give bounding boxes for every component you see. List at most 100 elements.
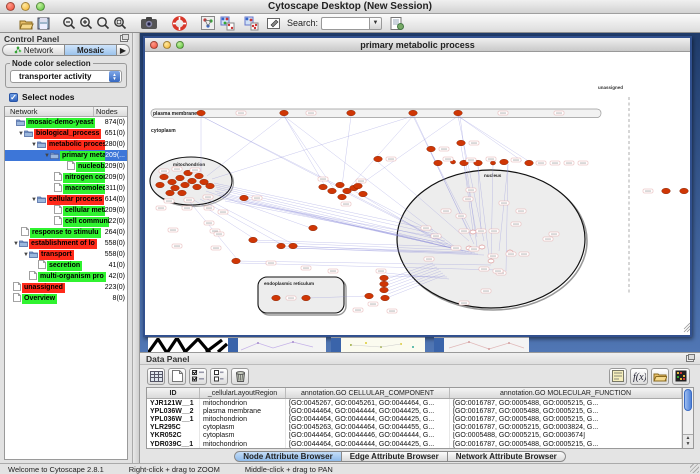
file-icon — [29, 271, 37, 282]
zoom-out-icon[interactable] — [60, 15, 77, 31]
tree-row-multi-organism-pro[interactable]: multi-organism pro42(0) — [5, 271, 127, 282]
tree-row-overview[interactable]: Overview8(0) — [5, 293, 127, 304]
background-window[interactable] — [228, 337, 238, 352]
attribute-editor-button[interactable] — [609, 368, 627, 385]
network-overview-icon[interactable] — [199, 15, 216, 31]
gene-node — [354, 183, 363, 189]
help-icon[interactable] — [171, 15, 188, 31]
table-row[interactable]: YJR121W__1mitochondrion[GO:0045267, GO:0… — [147, 399, 682, 407]
tree-row-macromolecule[interactable]: macromolecule311(0) — [5, 183, 127, 194]
node-label — [466, 188, 476, 192]
panel-splitter[interactable] — [133, 33, 140, 463]
tree-row-nodes-count: 209(... — [105, 152, 127, 159]
tree-row-response-to-stimulu[interactable]: response to stimulu264(0) — [5, 227, 127, 238]
column-header[interactable]: annotation.GO MOLECULAR_FUNCTION — [450, 388, 682, 398]
gene-node — [457, 140, 466, 146]
background-window[interactable] — [148, 337, 228, 352]
column-header[interactable]: ID — [147, 388, 200, 398]
table-scrollbar[interactable]: ▲▼ — [682, 388, 693, 448]
scrollbar-arrows[interactable]: ▲▼ — [683, 434, 693, 448]
node-label — [564, 161, 574, 165]
app-title: Cytoscape Desktop (New Session) — [0, 1, 700, 12]
network-tab-icon — [14, 46, 22, 54]
background-window[interactable] — [341, 337, 425, 352]
scrollbar-thumb[interactable] — [684, 389, 692, 411]
function-builder-button[interactable]: f(x) — [630, 368, 648, 385]
table-row[interactable]: YLR295Ccytoplasm[GO:0045263, GO:0044464,… — [147, 424, 682, 432]
tree-row-cellular-process[interactable]: ▼cellular process614(0) — [5, 194, 127, 205]
status-message: Welcome to Cytoscape 2.8.1 — [8, 465, 104, 474]
tree-row-nitrogen-compo[interactable]: nitrogen compo209(0) — [5, 172, 127, 183]
tab-network-attribute-browser[interactable]: Network Attribute Browser — [448, 451, 566, 462]
network-desktop: primary metabolic process plasma membran… — [140, 33, 700, 352]
import-network-table-icon[interactable] — [388, 15, 405, 31]
tree-row-primary-metabol[interactable]: ▼primary metabol209(... — [5, 150, 127, 161]
node-label — [368, 302, 378, 306]
table-row[interactable]: YPL036W__2plasma membrane[GO:0044464, GO… — [147, 407, 682, 415]
save-icon[interactable] — [35, 15, 52, 31]
gene-node — [277, 243, 286, 249]
tree-row-label: secretion — [47, 261, 82, 271]
zoom-selected-icon[interactable] — [111, 15, 128, 31]
tab-mosaic[interactable]: Mosaic — [65, 44, 117, 56]
search-input[interactable] — [321, 17, 369, 30]
tree-row-label: macromolecule — [63, 184, 105, 194]
table-row[interactable]: YDR039C__1mitochondrion[GO:0044464, GO:0… — [147, 440, 682, 448]
column-header[interactable]: _cellularLayoutRegion — [200, 388, 286, 398]
gene-node — [454, 110, 463, 116]
node-color-dropdown[interactable]: transporter activity ▲▼ — [10, 70, 122, 83]
table-row[interactable]: YKR052Ccytoplasm[GO:0044464, GO:0044446,… — [147, 432, 682, 440]
layout-two-icon[interactable] — [243, 15, 260, 31]
background-window[interactable] — [434, 337, 444, 352]
tree-row-label: cell communicat — [63, 217, 109, 227]
resize-grip[interactable] — [690, 464, 699, 473]
cytoplasm-label: cytoplasm — [151, 128, 176, 134]
tree-row-cell-communicat[interactable]: cell communicat22(0) — [5, 216, 127, 227]
delete-attribute-button[interactable] — [231, 368, 249, 385]
attribute-list-button[interactable] — [210, 368, 228, 385]
network-canvas[interactable]: plasma membranecytoplasmmitochondrionnuc… — [145, 52, 690, 335]
node-label — [204, 221, 214, 225]
tree-row-metabolic-process[interactable]: ▼metabolic process280(0) — [5, 139, 127, 150]
tree-row-biological-process[interactable]: ▼biological_process651(0) — [5, 128, 127, 139]
node-label — [301, 266, 311, 270]
background-window[interactable] — [331, 337, 341, 352]
tree-row-secretion[interactable]: secretion41(0) — [5, 260, 127, 271]
node-label — [511, 158, 521, 162]
snapshot-icon[interactable] — [140, 15, 157, 31]
annotation-icon[interactable] — [265, 15, 282, 31]
column-header[interactable]: annotation.GO CELLULAR_COMPONENT — [286, 388, 450, 398]
node-label — [489, 229, 499, 233]
background-window[interactable] — [444, 337, 529, 352]
tree-row-unassigned[interactable]: unassigned223(0) — [5, 282, 127, 293]
tab-edge-attribute-browser[interactable]: Edge Attribute Browser — [342, 451, 448, 462]
tree-row-label: metabolic process — [47, 140, 105, 150]
network-view-window[interactable]: primary metabolic process plasma membran… — [143, 36, 692, 337]
select-nodes-checkbox[interactable]: ✓ — [9, 93, 18, 102]
float-data-panel-icon[interactable] — [686, 355, 694, 362]
tree-row-establishment-of-lo[interactable]: ▼establishment of lo558(0) — [5, 238, 127, 249]
select-attributes-button[interactable] — [189, 368, 207, 385]
open-folder-icon[interactable] — [18, 15, 35, 31]
tab-overflow-arrow[interactable]: ▶ — [117, 44, 130, 56]
new-attribute-button[interactable] — [168, 368, 186, 385]
column-grid-button[interactable] — [147, 368, 165, 385]
tree-row-label: primary metabol — [60, 151, 105, 161]
tree-row-transport[interactable]: ▼transport558(0) — [5, 249, 127, 260]
matrix-view-button[interactable] — [672, 368, 690, 385]
float-panel-icon[interactable] — [120, 35, 128, 42]
layout-one-icon[interactable] — [219, 15, 236, 31]
import-attributes-button[interactable] — [651, 368, 669, 385]
tab-network[interactable]: Network — [2, 44, 65, 56]
background-window[interactable] — [238, 337, 326, 352]
zoom-fit-icon[interactable] — [94, 15, 111, 31]
tree-row-nucleobase-[interactable]: nucleobase-209(0) — [5, 161, 127, 172]
tab-node-attribute-browser[interactable]: Node Attribute Browser — [234, 451, 342, 462]
tree-row-mosaic-demo-yeast[interactable]: mosaic-demo-yeast874(0) — [5, 117, 127, 128]
table-row[interactable]: YPL036W__1mitochondrion[GO:0044464, GO:0… — [147, 415, 682, 423]
tree-row-cellular-metabol[interactable]: cellular metabol209(0) — [5, 205, 127, 216]
search-dropdown-arrow[interactable]: ▼ — [369, 17, 382, 30]
node-label — [443, 157, 453, 161]
zoom-in-icon[interactable] — [77, 15, 94, 31]
node-label — [543, 237, 553, 241]
